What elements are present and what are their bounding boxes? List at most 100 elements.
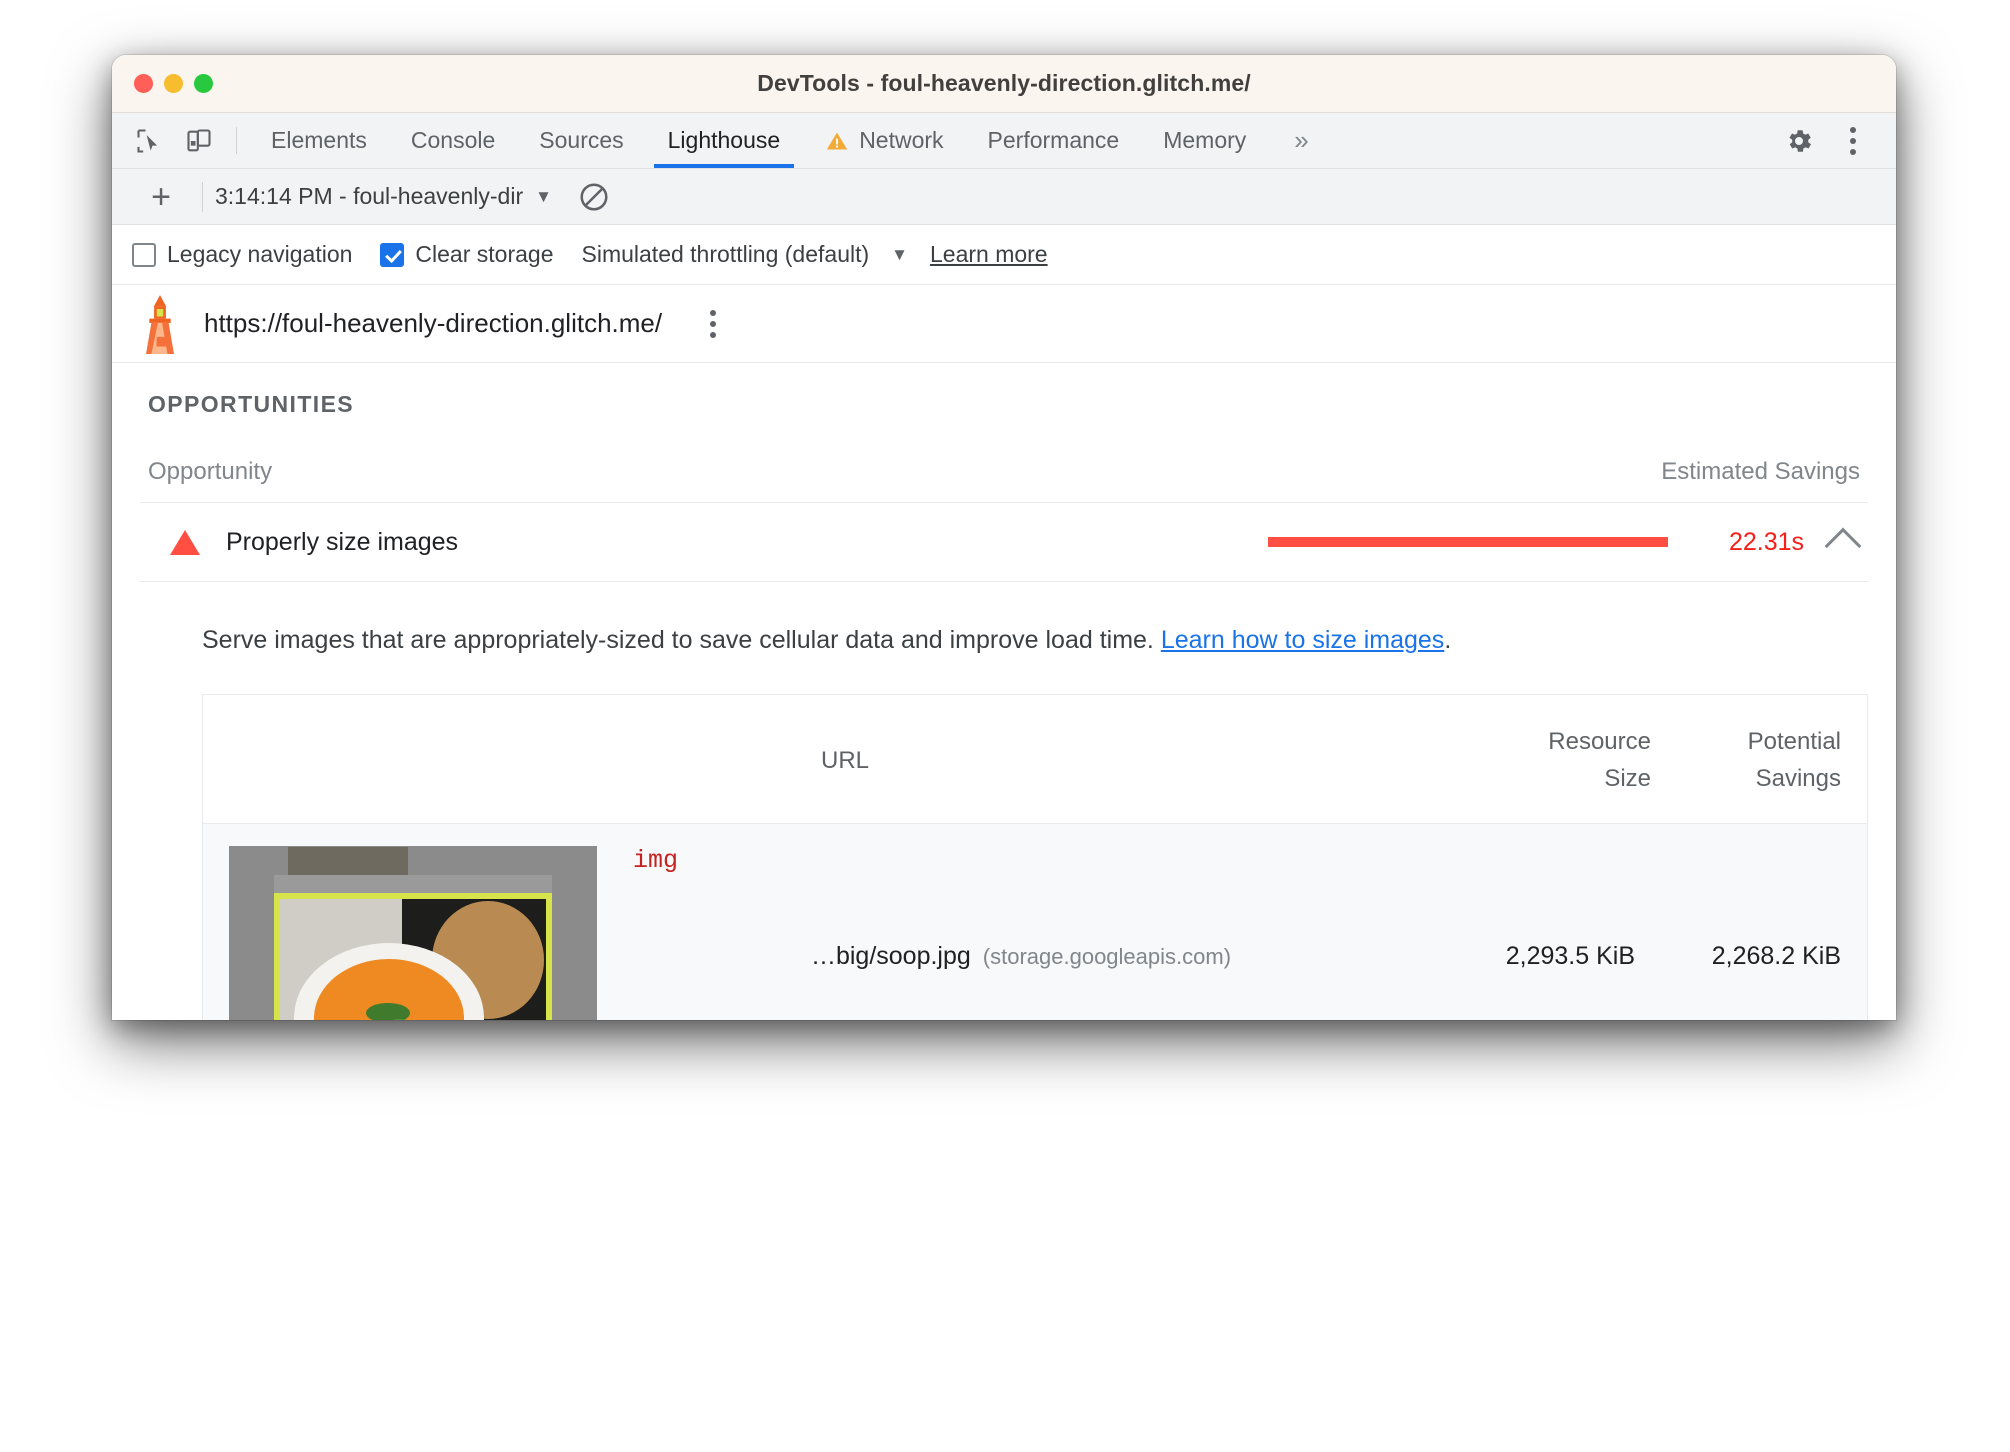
clear-reports-button[interactable] xyxy=(578,181,610,213)
lighthouse-settings-row: Legacy navigation Clear storage Simulate… xyxy=(112,225,1896,285)
window-title: DevTools - foul-heavenly-direction.glitc… xyxy=(757,70,1251,96)
window-traffic-lights xyxy=(134,74,213,93)
close-window-button[interactable] xyxy=(134,74,153,93)
tab-elements[interactable]: Elements xyxy=(249,113,389,168)
chevron-down-icon: ▼ xyxy=(891,244,908,264)
report-selector-value: 3:14:14 PM - foul-heavenly-dir xyxy=(215,183,524,209)
tab-sources[interactable]: Sources xyxy=(517,113,645,168)
column-header-resource-size-line1: Resource xyxy=(1548,727,1651,755)
checkmark-icon xyxy=(380,242,405,267)
tab-memory[interactable]: Memory xyxy=(1141,113,1268,168)
device-toolbar-toggle-button[interactable] xyxy=(174,113,224,168)
tab-sources-label: Sources xyxy=(539,127,624,153)
new-report-button[interactable]: + xyxy=(132,180,190,214)
opportunity-savings-group: 22.31s xyxy=(1268,525,1862,565)
resource-url[interactable]: …big/soop.jpg xyxy=(811,942,971,970)
column-header-resource-size-line2: Size xyxy=(1604,764,1651,792)
settings-button[interactable] xyxy=(1772,113,1826,169)
throttling-label: Simulated throttling (default) xyxy=(581,241,870,267)
opportunity-description-text: Serve images that are appropriately-size… xyxy=(202,626,1161,654)
tab-network-label: Network xyxy=(859,127,944,153)
header-estimated-savings: Estimated Savings xyxy=(1661,458,1860,485)
tab-memory-label: Memory xyxy=(1163,127,1247,153)
more-tabs-button[interactable]: » xyxy=(1268,113,1334,168)
new-report-label: + xyxy=(151,177,171,216)
more-tabs-label: » xyxy=(1294,125,1309,155)
devtools-main-menu-button[interactable] xyxy=(1826,113,1880,169)
image-thumbnail[interactable]: Soop Cozy warm xyxy=(229,845,597,1020)
opportunity-description: Serve images that are appropriately-size… xyxy=(140,582,1868,694)
thumbnail-highlight-box: Soop Cozy warm xyxy=(274,892,552,1020)
savings-sparkbar-fill xyxy=(1268,537,1668,547)
devtools-tab-bar: Elements Console Sources Lighthouse Netw… xyxy=(112,113,1896,169)
learn-more-link[interactable]: Learn more xyxy=(930,241,1048,268)
window-title-bar: DevTools - foul-heavenly-direction.glitc… xyxy=(112,55,1896,113)
chevron-up-icon[interactable] xyxy=(1824,527,1862,565)
tab-performance-label: Performance xyxy=(987,127,1120,153)
chevron-down-icon: ▼ xyxy=(535,186,552,206)
devtools-window: DevTools - foul-heavenly-direction.glitc… xyxy=(112,55,1896,1020)
toolbar-divider xyxy=(236,127,237,154)
table-row: Soop Cozy warm img …big/soop.jpg (storage… xyxy=(203,823,1867,1020)
opportunities-section-title: OPPORTUNITIES xyxy=(148,391,355,417)
column-header-potential-savings-line1: Potential xyxy=(1747,727,1841,755)
legacy-navigation-checkbox[interactable]: Legacy navigation xyxy=(132,241,352,268)
report-selector[interactable]: 3:14:14 PM - foul-heavenly-dir ▼ xyxy=(215,183,552,210)
tab-network[interactable]: Network xyxy=(802,113,965,168)
screenshot-root: DevTools - foul-heavenly-direction.glitc… xyxy=(0,0,2010,1452)
resource-host: (storage.googleapis.com) xyxy=(982,943,1232,969)
no-entry-icon xyxy=(580,182,608,211)
lighthouse-toolbar-divider xyxy=(202,181,203,212)
legacy-navigation-box-icon xyxy=(132,242,156,267)
maximize-window-button[interactable] xyxy=(194,74,213,93)
savings-sparkbar xyxy=(1268,537,1668,547)
tab-bar-actions xyxy=(1747,113,1896,168)
legacy-navigation-label: Legacy navigation xyxy=(167,241,353,267)
opportunity-savings-value: 22.31s xyxy=(1728,527,1804,556)
cell-resource-size: 2,293.5 KiB xyxy=(1505,941,1635,970)
tab-lighthouse[interactable]: Lighthouse xyxy=(646,113,803,168)
clear-storage-checkbox[interactable]: Clear storage xyxy=(380,241,554,268)
lighthouse-report-body: OPPORTUNITIES Opportunity Estimated Savi… xyxy=(112,363,1896,1020)
cell-url: img …big/soop.jpg (storage.googleapis.com… xyxy=(597,846,1445,1020)
thumbnail-photo: Soop Cozy warm xyxy=(280,898,546,1020)
tab-performance[interactable]: Performance xyxy=(966,113,1142,168)
opportunity-details-table: URL Resource Size Potential Savings img … xyxy=(202,693,1868,1020)
dots-vertical-icon xyxy=(1850,126,1856,155)
column-header-resource-size: Resource Size xyxy=(1461,723,1651,797)
details-table-header-row: URL Resource Size Potential Savings xyxy=(203,695,1867,824)
tab-console-label: Console xyxy=(410,127,496,153)
lighthouse-toolbar: + 3:14:14 PM - foul-heavenly-dir ▼ xyxy=(112,169,1896,225)
report-url: https://foul-heavenly-direction.glitch.m… xyxy=(204,308,663,338)
inspect-cursor-icon xyxy=(137,128,158,153)
cell-potential-savings: 2,268.2 KiB xyxy=(1711,941,1841,970)
opportunities-table-header: Opportunity Estimated Savings xyxy=(140,418,1868,503)
thumbnail-page-strip xyxy=(274,874,552,893)
opportunity-description-period: . xyxy=(1444,626,1452,654)
device-toggle-icon xyxy=(187,128,211,151)
herb-garnish-shape xyxy=(366,1002,410,1020)
tab-lighthouse-label: Lighthouse xyxy=(667,127,781,153)
tab-elements-label: Elements xyxy=(271,127,367,153)
opportunity-title: Properly size images xyxy=(226,527,459,556)
column-header-potential-savings-line2: Savings xyxy=(1755,764,1841,792)
gear-icon xyxy=(1789,129,1811,152)
panel-tabs: Elements Console Sources Lighthouse Netw… xyxy=(249,113,1335,168)
tab-console[interactable]: Console xyxy=(389,113,517,168)
throttling-select[interactable]: Simulated throttling (default) ▼ xyxy=(582,241,908,268)
error-triangle-icon xyxy=(170,529,200,555)
report-menu-button[interactable] xyxy=(662,296,717,352)
dots-vertical-icon xyxy=(710,309,717,338)
header-opportunity: Opportunity xyxy=(148,458,273,485)
column-header-potential-savings: Potential Savings xyxy=(1651,723,1841,797)
thumbnail-page-topbar xyxy=(288,846,408,875)
minimize-window-button[interactable] xyxy=(164,74,183,93)
lighthouse-icon xyxy=(146,294,174,354)
opportunity-row-properly-size-images[interactable]: Properly size images 22.31s xyxy=(140,503,1868,582)
resource-url-line: …big/soop.jpg (storage.googleapis.com) xyxy=(597,942,1445,971)
column-header-url: URL xyxy=(820,746,869,774)
size-images-doc-link[interactable]: Learn how to size images xyxy=(1161,626,1444,654)
inspect-element-button[interactable] xyxy=(124,113,174,168)
report-url-bar: https://foul-heavenly-direction.glitch.m… xyxy=(112,285,1896,363)
warning-triangle-icon xyxy=(826,132,848,149)
